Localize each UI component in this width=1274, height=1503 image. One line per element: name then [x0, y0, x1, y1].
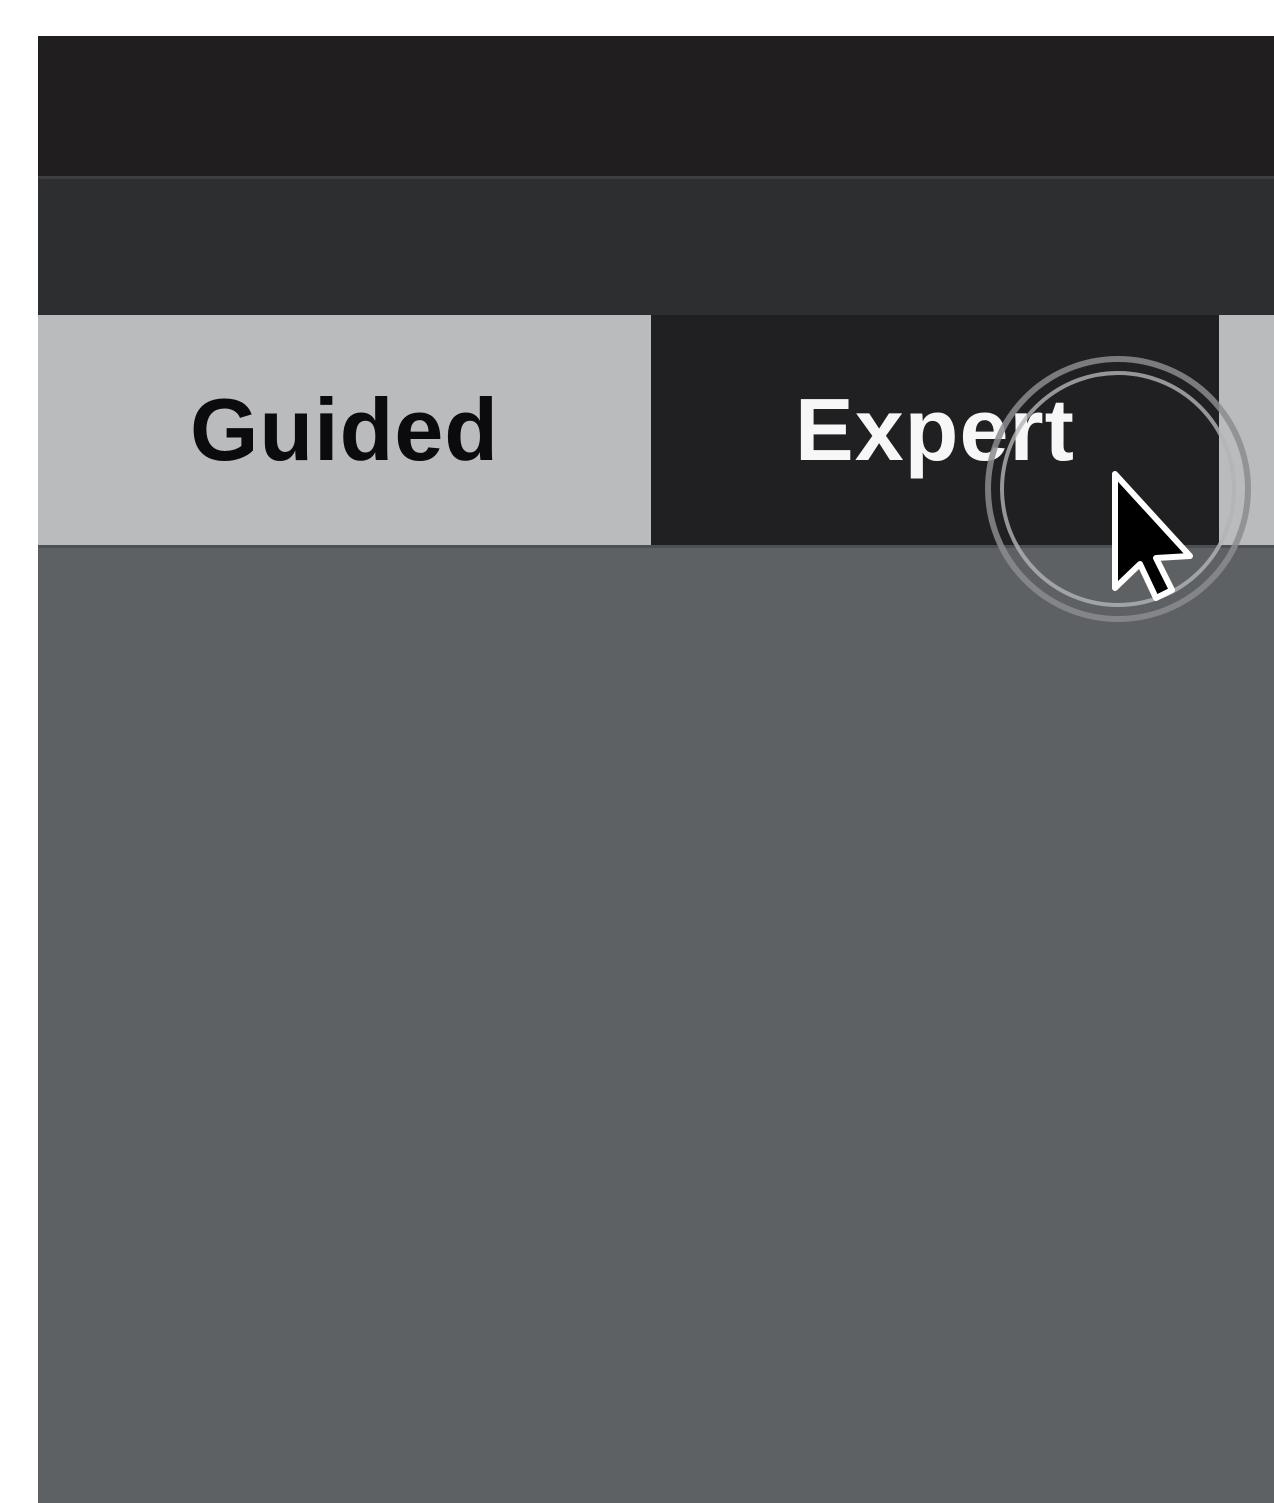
workspace-panel [38, 548, 1274, 1503]
tab-expert-label: Expert [795, 380, 1075, 479]
tab-guided[interactable]: Guided [38, 315, 651, 545]
title-bar [38, 36, 1274, 176]
tab-guided-label: Guided [189, 380, 500, 479]
tab-next[interactable] [1219, 315, 1274, 545]
app-window: Guided Expert [38, 36, 1274, 1503]
mode-tab-bar: Guided Expert [38, 315, 1274, 545]
toolbar [38, 179, 1274, 315]
tab-expert[interactable]: Expert [651, 315, 1219, 545]
